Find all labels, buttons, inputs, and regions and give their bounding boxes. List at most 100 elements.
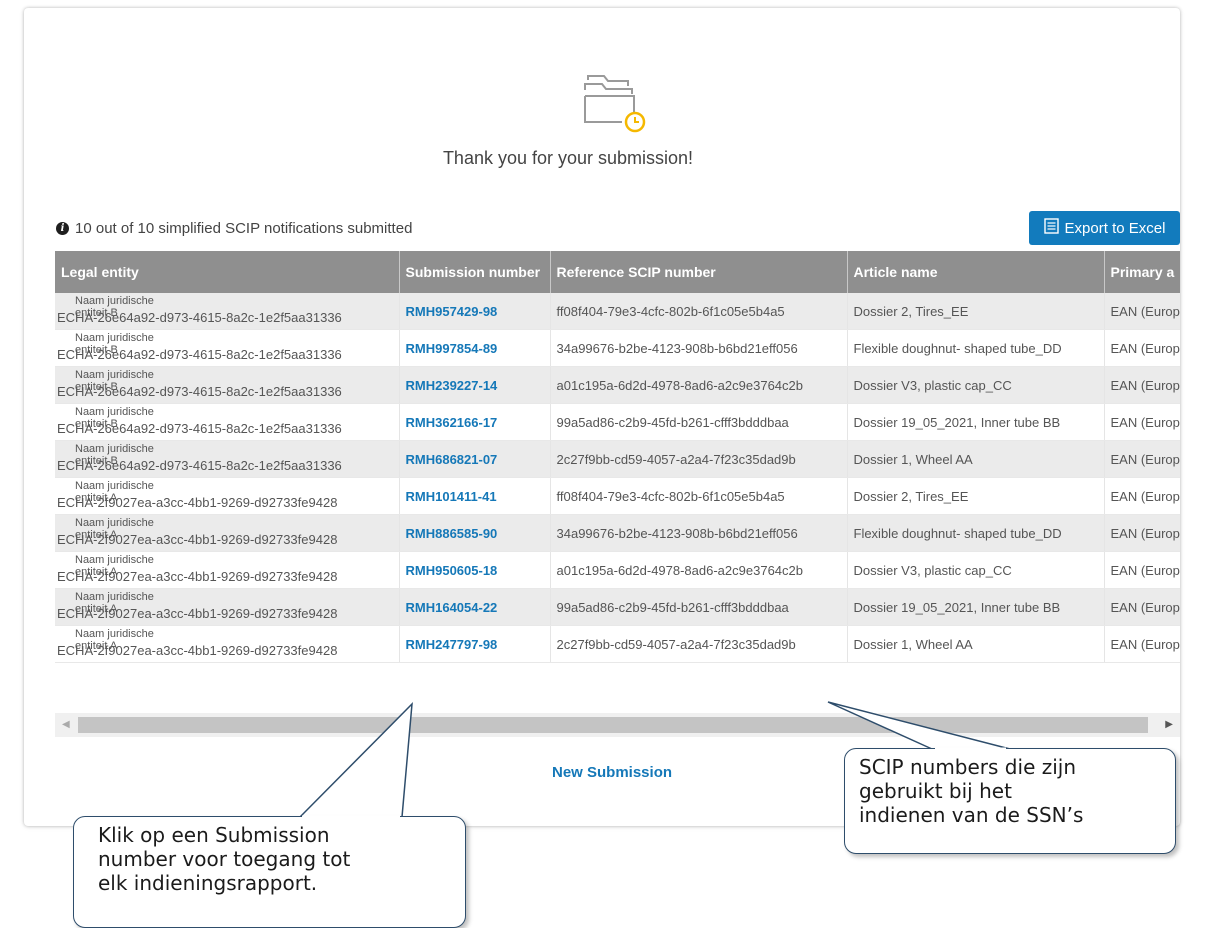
submissions-table: Legal entity Submission number Reference… — [55, 251, 1180, 663]
legal-entity-id: ECHA-26e64a92-d973-4615-8a2c-1e2f5aa3133… — [57, 347, 342, 362]
submission-number-cell: RMH950605-18 — [399, 551, 551, 589]
legal-entity-cell: Naam juridische entiteit B ECHA-26e64a92-… — [55, 403, 400, 441]
info-icon: i — [56, 222, 69, 235]
article-name-cell: Flexible doughnut- shaped tube_DD — [847, 514, 1105, 552]
legal-entity-cell: Naam juridische entiteit B ECHA-26e64a92-… — [55, 293, 400, 330]
legal-entity-cell: Naam juridische entiteit A ECHA-2f9027ea-… — [55, 514, 400, 552]
submission-number-link[interactable]: RMH957429-98 — [406, 304, 498, 319]
export-to-excel-button[interactable]: Export to Excel — [1029, 211, 1180, 245]
reference-scip-number-cell: 34a99676-b2be-4123-908b-b6bd21eff056 — [550, 514, 848, 552]
article-name-cell: Dossier V3, plastic cap_CC — [847, 366, 1105, 404]
legal-entity-id: ECHA-2f9027ea-a3cc-4bb1-9269-d92733fe942… — [57, 606, 338, 621]
reference-scip-number-cell: 34a99676-b2be-4123-908b-b6bd21eff056 — [550, 329, 848, 367]
callout-right-text: SCIP numbers die zijn gebruikt bij het i… — [859, 755, 1084, 827]
submission-number-link[interactable]: RMH101411-41 — [406, 489, 497, 504]
horizontal-scrollbar[interactable]: ◀ ▶ — [55, 713, 1180, 737]
legal-entity-id: ECHA-2f9027ea-a3cc-4bb1-9269-d92733fe942… — [57, 495, 338, 510]
reference-scip-number-cell: 99a5ad86-c2b9-45fd-b261-cfff3bdddbaa — [550, 403, 848, 441]
submission-number-link[interactable]: RMH950605-18 — [406, 563, 498, 578]
primary-article-id-cell: EAN (Europ — [1104, 440, 1180, 478]
submissions-table-container: Legal entity Submission number Reference… — [55, 251, 1180, 713]
article-name-cell: Dossier 1, Wheel AA — [847, 625, 1105, 663]
table-row: Naam juridische entiteit A ECHA-2f9027ea-… — [55, 625, 1180, 663]
article-name-cell: Dossier V3, plastic cap_CC — [847, 551, 1105, 589]
callout-submission-number: Klik op een Submission number voor toega… — [73, 816, 466, 928]
submission-number-cell: RMH886585-90 — [399, 514, 551, 552]
table-row: Naam juridische entiteit B ECHA-26e64a92-… — [55, 293, 1180, 330]
legal-entity-id: ECHA-2f9027ea-a3cc-4bb1-9269-d92733fe942… — [57, 643, 338, 658]
legal-entity-cell: Naam juridische entiteit B ECHA-26e64a92-… — [55, 329, 400, 367]
submission-number-cell: RMH247797-98 — [399, 625, 551, 663]
reference-scip-number-cell: a01c195a-6d2d-4978-8ad6-a2c9e3764c2b — [550, 366, 848, 404]
primary-article-id-cell: EAN (Europ — [1104, 477, 1180, 515]
submission-number-link[interactable]: RMH362166-17 — [406, 415, 498, 430]
legal-entity-id: ECHA-26e64a92-d973-4615-8a2c-1e2f5aa3133… — [57, 384, 342, 399]
legal-entity-cell: Naam juridische entiteit A ECHA-2f9027ea-… — [55, 625, 400, 663]
legal-entity-cell: Naam juridische entiteit A ECHA-2f9027ea-… — [55, 588, 400, 626]
primary-article-id-cell: EAN (Europ — [1104, 514, 1180, 552]
legal-entity-id: ECHA-26e64a92-d973-4615-8a2c-1e2f5aa3133… — [57, 310, 342, 325]
legal-entity-id: ECHA-2f9027ea-a3cc-4bb1-9269-d92733fe942… — [57, 569, 338, 584]
summary-text: 10 out of 10 simplified SCIP notificatio… — [75, 220, 413, 237]
submission-number-cell: RMH957429-98 — [399, 293, 551, 330]
reference-scip-number-cell: 99a5ad86-c2b9-45fd-b261-cfff3bdddbaa — [550, 588, 848, 626]
legal-entity-id: ECHA-26e64a92-d973-4615-8a2c-1e2f5aa3133… — [57, 458, 342, 473]
submission-number-cell: RMH686821-07 — [399, 440, 551, 478]
export-label: Export to Excel — [1064, 219, 1166, 237]
article-name-cell: Dossier 19_05_2021, Inner tube BB — [847, 588, 1105, 626]
submission-number-link[interactable]: RMH164054-22 — [406, 600, 498, 615]
table-row: Naam juridische entiteit B ECHA-26e64a92-… — [55, 329, 1180, 367]
primary-article-id-cell: EAN (Europ — [1104, 588, 1180, 626]
primary-article-id-cell: EAN (Europ — [1104, 403, 1180, 441]
primary-article-id-cell: EAN (Europ — [1104, 366, 1180, 404]
submission-number-cell: RMH101411-41 — [399, 477, 551, 515]
submission-number-link[interactable]: RMH247797-98 — [406, 637, 498, 652]
folder-clock-icon — [582, 70, 658, 136]
submission-number-link[interactable]: RMH997854-89 — [406, 341, 498, 356]
submission-number-link[interactable]: RMH686821-07 — [406, 452, 498, 467]
column-header-reference-scip-number[interactable]: Reference SCIP number — [550, 251, 848, 293]
legal-entity-cell: Naam juridische entiteit B ECHA-26e64a92-… — [55, 440, 400, 478]
submission-number-cell: RMH362166-17 — [399, 403, 551, 441]
article-name-cell: Dossier 19_05_2021, Inner tube BB — [847, 403, 1105, 441]
reference-scip-number-cell: 2c27f9bb-cd59-4057-a2a4-7f23c35dad9b — [550, 440, 848, 478]
submission-number-cell: RMH997854-89 — [399, 329, 551, 367]
table-row: Naam juridische entiteit B ECHA-26e64a92-… — [55, 366, 1180, 404]
column-header-legal-entity[interactable]: Legal entity — [55, 251, 400, 293]
column-header-primary-article-id[interactable]: Primary a — [1104, 251, 1180, 293]
callout-left-text: Klik op een Submission number voor toega… — [98, 823, 351, 895]
primary-article-id-cell: EAN (Europ — [1104, 551, 1180, 589]
legal-entity-id: ECHA-2f9027ea-a3cc-4bb1-9269-d92733fe942… — [57, 532, 338, 547]
scroll-right-arrow-icon[interactable]: ▶ — [1165, 719, 1173, 730]
legal-entity-cell: Naam juridische entiteit A ECHA-2f9027ea-… — [55, 551, 400, 589]
submission-number-link[interactable]: RMH239227-14 — [406, 378, 498, 393]
scrollbar-thumb[interactable] — [78, 717, 1148, 733]
legal-entity-cell: Naam juridische entiteit A ECHA-2f9027ea-… — [55, 477, 400, 515]
table-row: Naam juridische entiteit A ECHA-2f9027ea-… — [55, 514, 1180, 552]
reference-scip-number-cell: ff08f404-79e3-4cfc-802b-6f1c05e5b4a5 — [550, 293, 848, 330]
submission-number-cell: RMH239227-14 — [399, 366, 551, 404]
submission-number-cell: RMH164054-22 — [399, 588, 551, 626]
table-row: Naam juridische entiteit A ECHA-2f9027ea-… — [55, 588, 1180, 626]
reference-scip-number-cell: 2c27f9bb-cd59-4057-a2a4-7f23c35dad9b — [550, 625, 848, 663]
reference-scip-number-cell: ff08f404-79e3-4cfc-802b-6f1c05e5b4a5 — [550, 477, 848, 515]
primary-article-id-cell: EAN (Europ — [1104, 625, 1180, 663]
callout-scip-numbers: SCIP numbers die zijn gebruikt bij het i… — [844, 748, 1176, 854]
legal-entity-cell: Naam juridische entiteit B ECHA-26e64a92-… — [55, 366, 400, 404]
table-row: Naam juridische entiteit B ECHA-26e64a92-… — [55, 440, 1180, 478]
new-submission-link[interactable]: New Submission — [552, 764, 672, 781]
reference-scip-number-cell: a01c195a-6d2d-4978-8ad6-a2c9e3764c2b — [550, 551, 848, 589]
spreadsheet-icon — [1043, 218, 1059, 238]
article-name-cell: Dossier 1, Wheel AA — [847, 440, 1105, 478]
primary-article-id-cell: EAN (Europ — [1104, 293, 1180, 330]
table-row: Naam juridische entiteit A ECHA-2f9027ea-… — [55, 551, 1180, 589]
table-header-row: Legal entity Submission number Reference… — [55, 251, 1180, 293]
page-title: Thank you for your submission! — [442, 148, 694, 168]
table-row: Naam juridische entiteit B ECHA-26e64a92-… — [55, 403, 1180, 441]
column-header-submission-number[interactable]: Submission number — [399, 251, 551, 293]
scroll-left-arrow-icon[interactable]: ◀ — [62, 719, 70, 730]
column-header-article-name[interactable]: Article name — [847, 251, 1105, 293]
submission-number-link[interactable]: RMH886585-90 — [406, 526, 498, 541]
submission-summary: i 10 out of 10 simplified SCIP notificat… — [56, 220, 412, 237]
article-name-cell: Dossier 2, Tires_EE — [847, 293, 1105, 330]
